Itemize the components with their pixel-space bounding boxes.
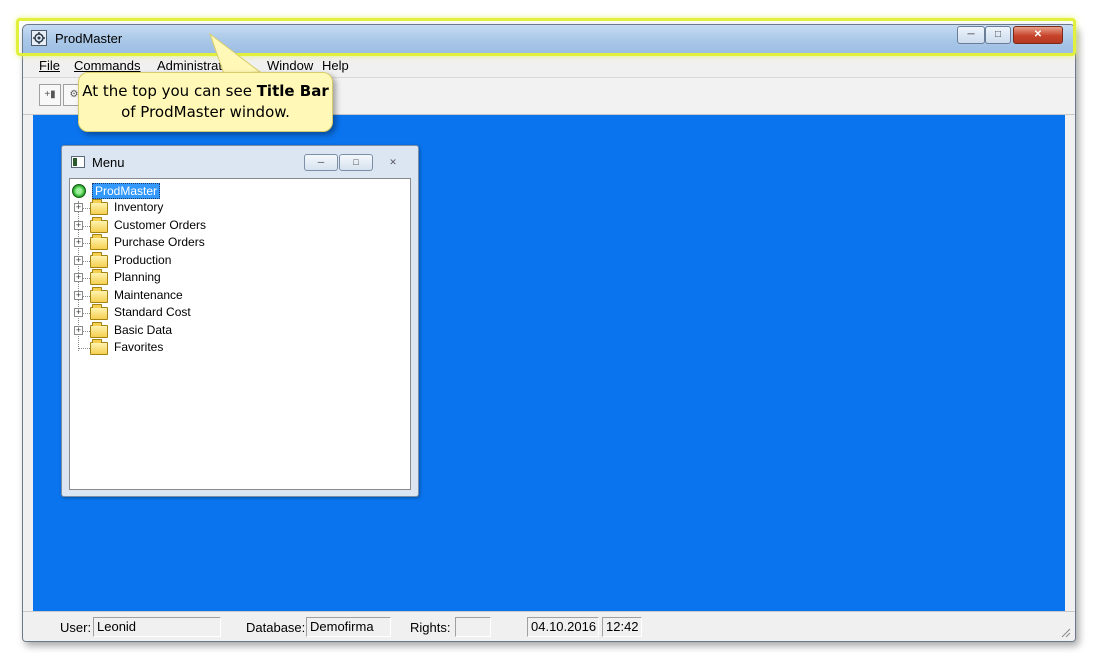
- expand-icon[interactable]: +: [74, 308, 83, 317]
- folder-icon: [90, 234, 108, 250]
- child-window-icon: [71, 156, 85, 168]
- tree-connector: [83, 278, 90, 279]
- callout-text-before: At the top you can see: [82, 82, 257, 100]
- close-button[interactable]: ✕: [1013, 26, 1063, 44]
- expand-icon[interactable]: +: [74, 238, 83, 247]
- status-date: 04.10.2016: [527, 617, 599, 637]
- folder-icon: [90, 199, 108, 215]
- tree-item-label: Purchase Orders: [114, 235, 205, 249]
- tree-connector: [83, 260, 90, 262]
- rights-label: Rights:: [410, 620, 451, 635]
- tree-connector: [78, 348, 90, 349]
- minimize-button[interactable]: ─: [957, 26, 985, 44]
- folder-icon: [90, 321, 108, 338]
- folder-icon: [90, 304, 108, 320]
- maximize-button[interactable]: □: [985, 26, 1011, 44]
- database-label: Database:: [246, 620, 306, 635]
- folder-icon: [90, 269, 108, 285]
- menu-commands[interactable]: Commands: [74, 58, 140, 73]
- child-minimize-button[interactable]: ─: [304, 154, 338, 171]
- callout-text-after: of ProdMaster window.: [121, 103, 290, 121]
- expand-icon[interactable]: +: [74, 290, 83, 300]
- toolbar-add-icon[interactable]: +▮: [39, 84, 61, 106]
- status-bar: User: Leonid Database: Demofirma Rights:…: [23, 611, 1075, 641]
- folder-icon: [90, 286, 108, 303]
- menu-child-window: Menu ─ □ ✕ ProdMaster + Inventory + Custome…: [61, 145, 419, 497]
- tree-connector: [83, 330, 90, 332]
- child-close-button[interactable]: ✕: [378, 154, 408, 171]
- tree-item-label: Standard Cost: [114, 305, 191, 319]
- tree-item-label: Inventory: [114, 200, 164, 214]
- folder-icon: [90, 251, 108, 268]
- menu-commands-label: Commands: [74, 58, 141, 73]
- callout-text-bold: Title Bar: [256, 82, 329, 100]
- tree-connector: [83, 208, 90, 209]
- menu-tree: ProdMaster + Inventory + Customer Orders + Pu…: [69, 178, 411, 490]
- window-title: ProdMaster: [55, 31, 123, 46]
- callout-tooltip: At the top you can see Title Bar of Prod…: [78, 72, 333, 132]
- root-node-icon: [72, 184, 86, 198]
- child-maximize-button[interactable]: □: [339, 154, 373, 171]
- folder-icon: [90, 216, 108, 233]
- child-title-bar[interactable]: Menu ─ □ ✕: [62, 146, 418, 174]
- database-value: Demofirma: [306, 617, 391, 637]
- folder-icon: [90, 339, 108, 355]
- tree-item-label: Maintenance: [114, 287, 183, 302]
- tree-item-label: Customer Orders: [114, 217, 207, 232]
- tree-item-label: Basic Data: [114, 322, 173, 337]
- user-value: Leonid: [93, 617, 221, 637]
- menu-file[interactable]: File: [39, 58, 60, 73]
- tree-root-label: ProdMaster: [92, 183, 161, 199]
- expand-icon[interactable]: +: [74, 203, 83, 212]
- resize-grip-icon[interactable]: [1059, 626, 1071, 638]
- tree-connector: [83, 295, 90, 297]
- child-window-title: Menu: [92, 155, 125, 170]
- rights-value: [455, 617, 491, 637]
- app-icon: [31, 30, 47, 46]
- title-bar[interactable]: ProdMaster ─ □ ✕: [23, 25, 1075, 54]
- expand-icon[interactable]: +: [74, 325, 83, 335]
- mdi-workspace: Menu ─ □ ✕ ProdMaster + Inventory + Custome…: [33, 115, 1065, 611]
- tree-item-label: Production: [114, 252, 172, 267]
- user-label: User:: [60, 620, 92, 635]
- tree-connector: [83, 243, 90, 244]
- expand-icon[interactable]: +: [74, 273, 83, 282]
- expand-icon[interactable]: +: [74, 220, 83, 230]
- tree-item-label: Planning: [114, 270, 161, 284]
- menu-file-label: File: [39, 58, 60, 73]
- tree-connector: [83, 313, 90, 314]
- tree-connector: [83, 225, 90, 227]
- tree-item-label: Favorites: [114, 340, 164, 354]
- expand-icon[interactable]: +: [74, 255, 83, 265]
- status-time: 12:42: [602, 617, 642, 637]
